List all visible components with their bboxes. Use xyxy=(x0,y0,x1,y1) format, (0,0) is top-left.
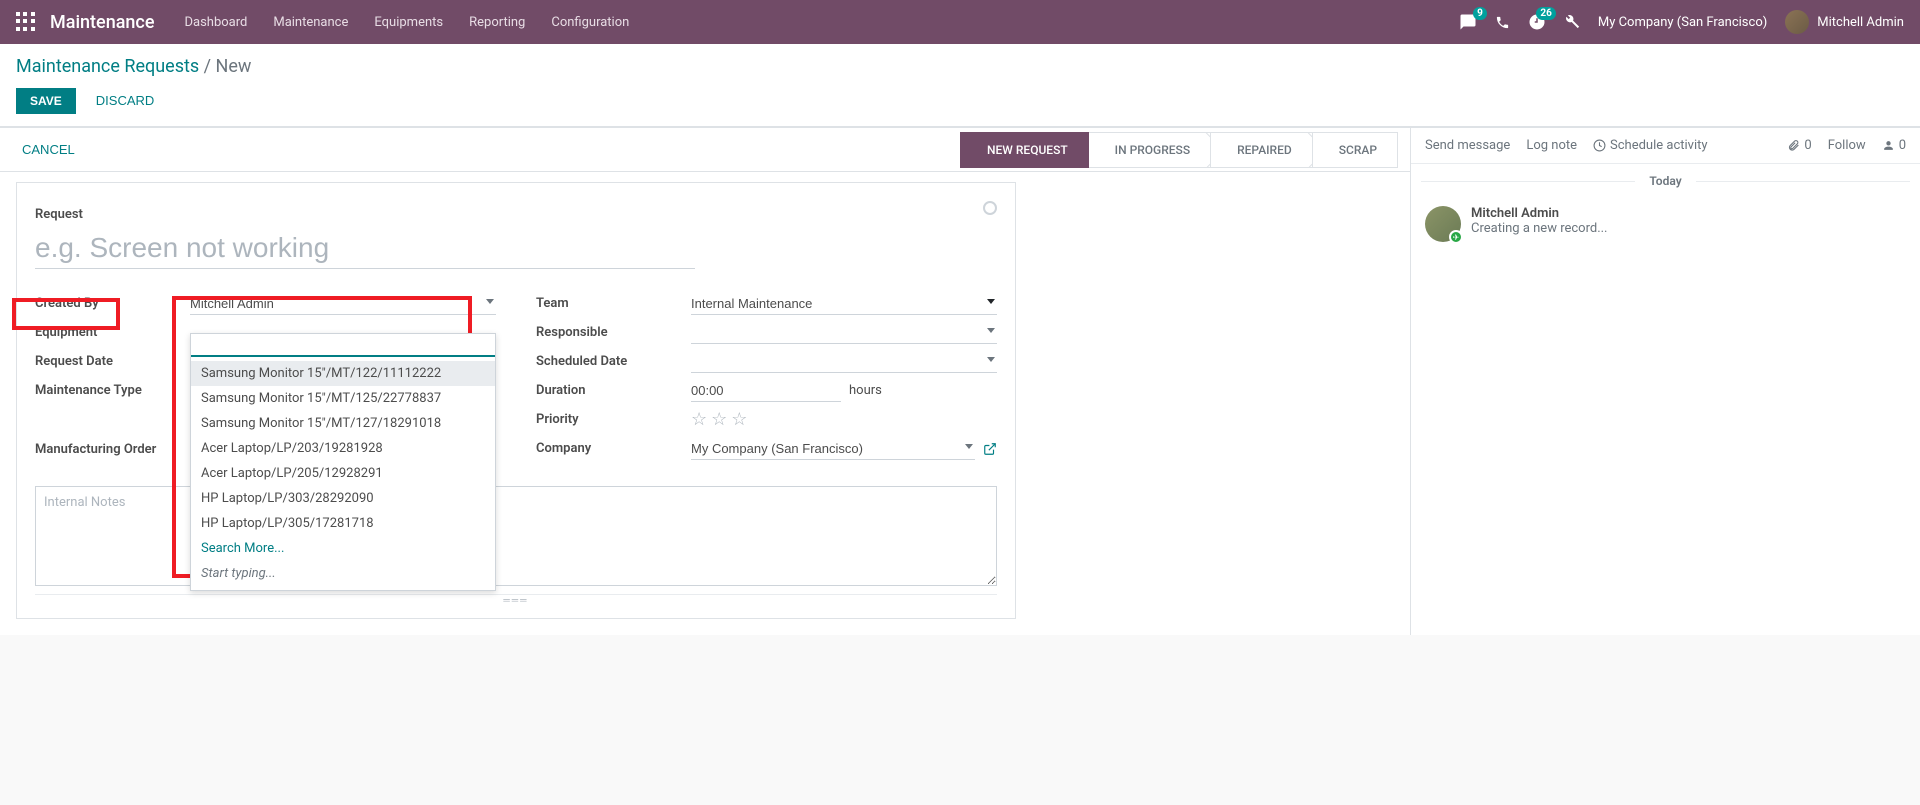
resize-grip-icon: ═══ xyxy=(35,594,997,600)
responsible-input[interactable] xyxy=(691,322,997,344)
equipment-dropdown-list: Samsung Monitor 15"/MT/122/11112222 Sams… xyxy=(191,357,495,590)
company-selector[interactable]: My Company (San Francisco) xyxy=(1598,15,1767,30)
duration-label: Duration xyxy=(536,383,691,398)
scheduled-date-input[interactable] xyxy=(691,351,997,373)
action-bar: CANCEL NEW REQUEST IN PROGRESS REPAIRED … xyxy=(0,128,1410,172)
priority-label: Priority xyxy=(536,412,691,427)
nav-equipments[interactable]: Equipments xyxy=(374,15,443,30)
equipment-start-typing[interactable]: Start typing... xyxy=(191,561,495,586)
control-panel: Maintenance Requests / New SAVE DISCARD xyxy=(0,44,1920,127)
left-column: Created By Equipment xyxy=(35,289,496,464)
star-icon[interactable]: ☆ xyxy=(691,409,707,430)
person-icon xyxy=(1882,139,1895,152)
equipment-option[interactable]: HP Laptop/LP/305/17281718 xyxy=(191,511,495,536)
status-scrap[interactable]: SCRAP xyxy=(1313,132,1398,168)
messages-badge: 9 xyxy=(1473,7,1487,20)
team-input[interactable] xyxy=(691,293,997,315)
status-in-progress[interactable]: IN PROGRESS xyxy=(1089,132,1211,168)
manufacturing-order-label: Manufacturing Order xyxy=(35,442,190,457)
log-note-button[interactable]: Log note xyxy=(1526,138,1577,153)
presence-icon: ✈ xyxy=(1449,230,1463,244)
discard-button[interactable]: DISCARD xyxy=(88,87,163,114)
cancel-button[interactable]: CANCEL xyxy=(12,136,85,163)
equipment-search-more[interactable]: Search More... xyxy=(191,536,495,561)
apps-icon[interactable] xyxy=(16,12,36,32)
nav-maintenance[interactable]: Maintenance xyxy=(273,15,348,30)
equipment-option[interactable]: Acer Laptop/LP/203/19281928 xyxy=(191,436,495,461)
status-repaired[interactable]: REPAIRED xyxy=(1211,132,1313,168)
form-sheet: Request Created By Equipment xyxy=(16,182,1016,619)
clock-icon xyxy=(1593,139,1606,152)
chatter-date-separator: Today xyxy=(1411,164,1920,198)
debug-icon[interactable] xyxy=(1564,14,1580,30)
phone-icon[interactable] xyxy=(1495,15,1510,30)
created-by-label: Created By xyxy=(35,296,190,311)
request-date-label: Request Date xyxy=(35,354,190,369)
star-icon[interactable]: ☆ xyxy=(711,409,727,430)
equipment-label: Equipment xyxy=(35,325,190,340)
responsible-label: Responsible xyxy=(536,325,691,340)
external-link-icon[interactable] xyxy=(983,442,997,456)
breadcrumb-root[interactable]: Maintenance Requests xyxy=(16,56,199,77)
main: CANCEL NEW REQUEST IN PROGRESS REPAIRED … xyxy=(0,127,1920,635)
save-button[interactable]: SAVE xyxy=(16,88,76,114)
app-brand[interactable]: Maintenance xyxy=(50,12,154,33)
paperclip-icon xyxy=(1787,139,1800,152)
company-input[interactable] xyxy=(691,438,975,460)
status-new-request[interactable]: NEW REQUEST xyxy=(960,132,1089,168)
breadcrumb-sep: / xyxy=(199,56,215,77)
nav-links: Dashboard Maintenance Equipments Reporti… xyxy=(184,15,629,30)
message-author: Mitchell Admin xyxy=(1471,206,1608,221)
activities-icon[interactable]: 26 xyxy=(1528,13,1546,31)
scheduled-date-label: Scheduled Date xyxy=(536,354,691,369)
equipment-option[interactable]: Samsung Monitor 15"/MT/122/11112222 xyxy=(191,361,495,386)
priority-stars: ☆ ☆ ☆ xyxy=(691,409,997,430)
followers-button[interactable]: 0 xyxy=(1882,138,1906,153)
chatter: Send message Log note Schedule activity … xyxy=(1410,127,1920,635)
message-avatar-icon: ✈ xyxy=(1425,206,1461,242)
send-message-button[interactable]: Send message xyxy=(1425,138,1510,153)
request-label: Request xyxy=(35,207,997,222)
user-avatar-icon xyxy=(1785,10,1809,34)
internal-notes-input[interactable] xyxy=(35,486,997,586)
breadcrumb-current: New xyxy=(216,56,252,77)
statusbar: NEW REQUEST IN PROGRESS REPAIRED SCRAP xyxy=(960,132,1398,168)
activities-badge: 26 xyxy=(1536,7,1555,20)
nav-right: 9 26 My Company (San Francisco) Mitchell… xyxy=(1459,10,1904,34)
breadcrumb: Maintenance Requests / New xyxy=(16,56,1904,77)
follow-button[interactable]: Follow xyxy=(1828,138,1866,153)
star-icon[interactable]: ☆ xyxy=(731,409,747,430)
kanban-state-toggle[interactable] xyxy=(983,201,997,215)
duration-input[interactable] xyxy=(691,380,841,402)
equipment-search-input[interactable] xyxy=(191,334,495,357)
attachments-button[interactable]: 0 xyxy=(1787,138,1811,153)
right-column: Team Responsible xyxy=(536,289,997,464)
nav-reporting[interactable]: Reporting xyxy=(469,15,525,30)
navbar: Maintenance Dashboard Maintenance Equipm… xyxy=(0,0,1920,44)
form-area: CANCEL NEW REQUEST IN PROGRESS REPAIRED … xyxy=(0,127,1410,635)
company-label: Company xyxy=(536,441,691,456)
maintenance-type-label: Maintenance Type xyxy=(35,383,190,398)
request-title-input[interactable] xyxy=(35,228,695,269)
duration-unit: hours xyxy=(849,383,882,398)
schedule-activity-button[interactable]: Schedule activity xyxy=(1593,138,1708,153)
equipment-option[interactable]: Samsung Monitor 15"/MT/127/18291018 xyxy=(191,411,495,436)
created-by-input[interactable] xyxy=(190,293,496,315)
user-name: Mitchell Admin xyxy=(1817,15,1904,30)
equipment-option[interactable]: Samsung Monitor 15"/MT/125/22778837 xyxy=(191,386,495,411)
message-item: ✈ Mitchell Admin Creating a new record..… xyxy=(1411,198,1920,250)
nav-dashboard[interactable]: Dashboard xyxy=(184,15,247,30)
team-label: Team xyxy=(536,296,691,311)
message-text: Creating a new record... xyxy=(1471,221,1608,236)
nav-configuration[interactable]: Configuration xyxy=(551,15,629,30)
equipment-option[interactable]: Acer Laptop/LP/205/12928291 xyxy=(191,461,495,486)
user-menu[interactable]: Mitchell Admin xyxy=(1785,10,1904,34)
messages-icon[interactable]: 9 xyxy=(1459,13,1477,31)
equipment-dropdown: Samsung Monitor 15"/MT/122/11112222 Sams… xyxy=(190,333,496,591)
chatter-topbar: Send message Log note Schedule activity … xyxy=(1411,128,1920,164)
equipment-option[interactable]: HP Laptop/LP/303/28292090 xyxy=(191,486,495,511)
